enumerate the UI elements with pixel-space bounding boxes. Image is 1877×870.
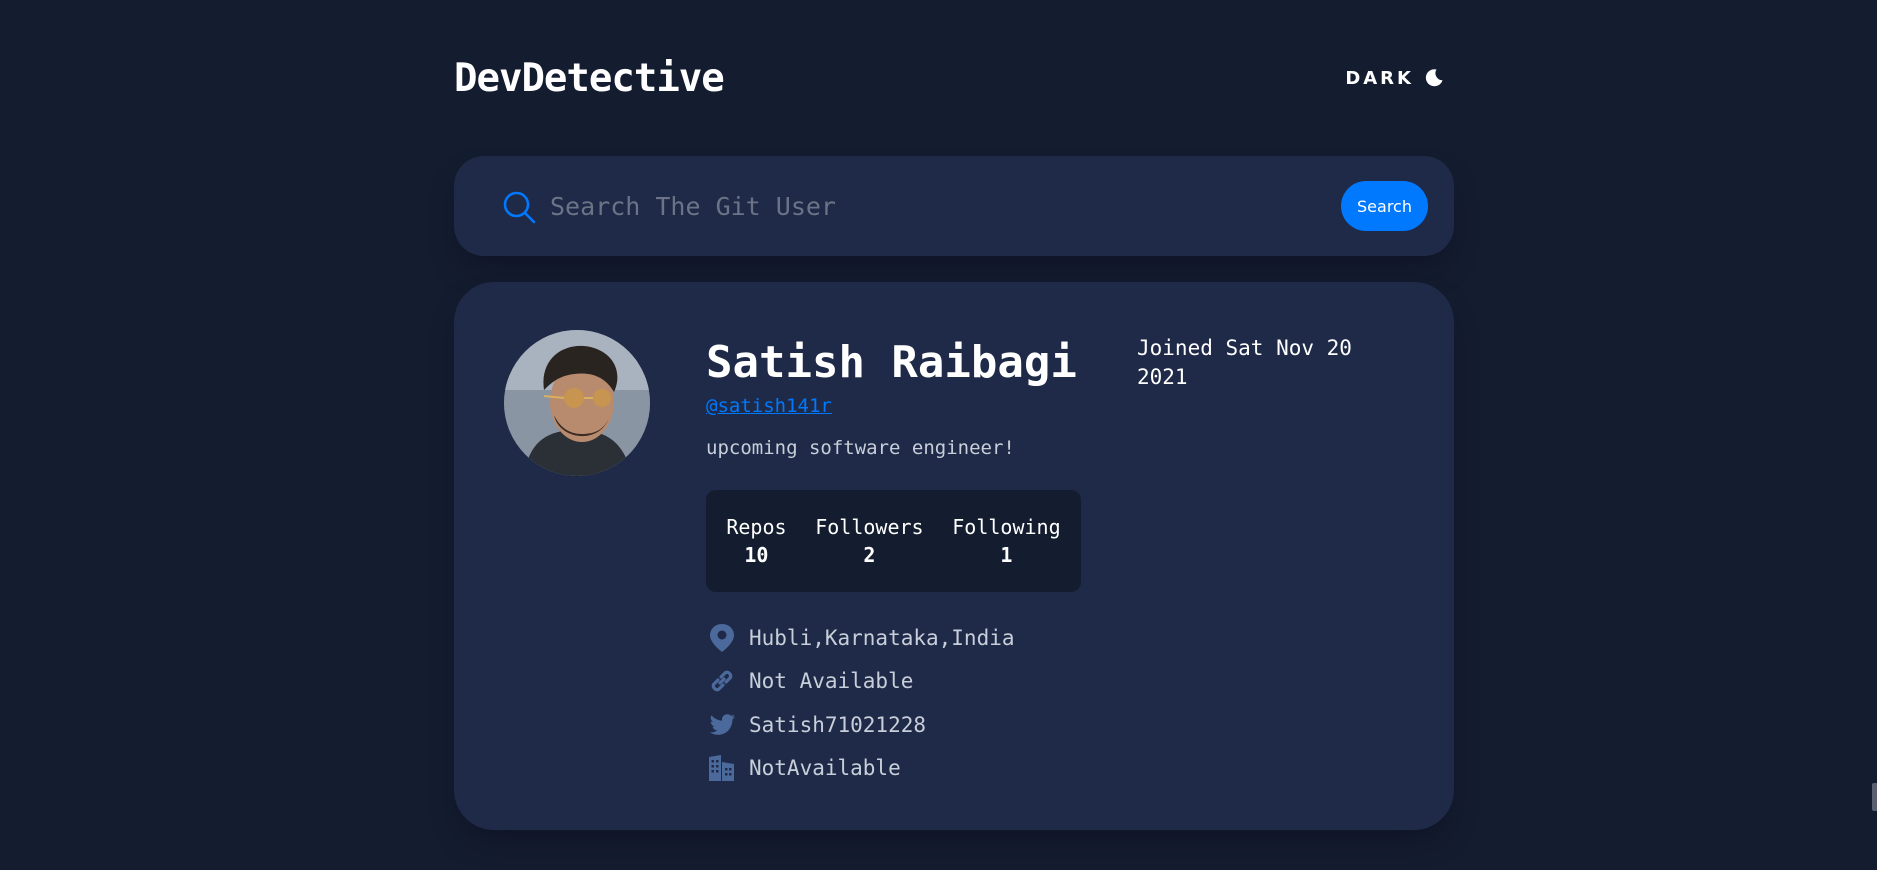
stat-label: Following: [952, 515, 1061, 539]
twitter-icon: [706, 709, 737, 740]
website-text: Not Available: [749, 669, 914, 694]
stat-label: Repos: [726, 515, 787, 539]
company-icon: [706, 753, 737, 784]
link-row-website[interactable]: Not Available: [706, 660, 1015, 704]
stat-label: Followers: [815, 515, 924, 539]
moon-icon: [1425, 69, 1443, 87]
link-row-location: Hubli,Karnataka,India: [706, 616, 1015, 660]
theme-toggle-label: DARK: [1345, 67, 1414, 89]
stat-value: 2: [863, 543, 876, 567]
stat-following: Following 1: [952, 513, 1060, 569]
scrollbar-thumb[interactable]: [1872, 783, 1877, 811]
stats-panel: Repos 10 Followers 2 Following 1: [706, 490, 1081, 592]
theme-toggle[interactable]: DARK: [1345, 68, 1444, 89]
search-bar: Search: [454, 156, 1454, 256]
joined-date: Joined Sat Nov 20 2021: [1137, 336, 1352, 389]
stat-repos: Repos 10: [726, 513, 786, 569]
stat-value: 1: [1000, 543, 1013, 567]
search-button[interactable]: Search: [1341, 181, 1428, 231]
avatar-image: [504, 330, 650, 476]
profile-handle-link[interactable]: @satish141r: [706, 395, 832, 417]
profile-links: Hubli,Karnataka,India Not Available Sati…: [706, 616, 1015, 790]
link-icon: [706, 666, 737, 697]
avatar: [504, 330, 650, 476]
twitter-text: Satish71021228: [749, 712, 927, 737]
profile-bio: upcoming software engineer!: [706, 437, 1015, 459]
link-row-twitter[interactable]: Satish71021228: [706, 703, 1015, 747]
location-icon: [706, 622, 737, 653]
link-row-company: NotAvailable: [706, 747, 1015, 791]
profile-card: Satish Raibagi Joined Sat Nov 20 2021 @s…: [454, 282, 1454, 830]
app-logo: DevDetective: [454, 55, 725, 101]
location-text: Hubli,Karnataka,India: [749, 625, 1015, 650]
app-header: DevDetective DARK: [454, 48, 1454, 108]
stat-value: 10: [744, 543, 769, 567]
profile-name: Satish Raibagi: [706, 337, 1077, 388]
search-input[interactable]: [550, 184, 1170, 228]
search-icon: [503, 191, 536, 224]
company-text: NotAvailable: [749, 756, 901, 781]
stat-followers: Followers 2: [815, 513, 923, 569]
